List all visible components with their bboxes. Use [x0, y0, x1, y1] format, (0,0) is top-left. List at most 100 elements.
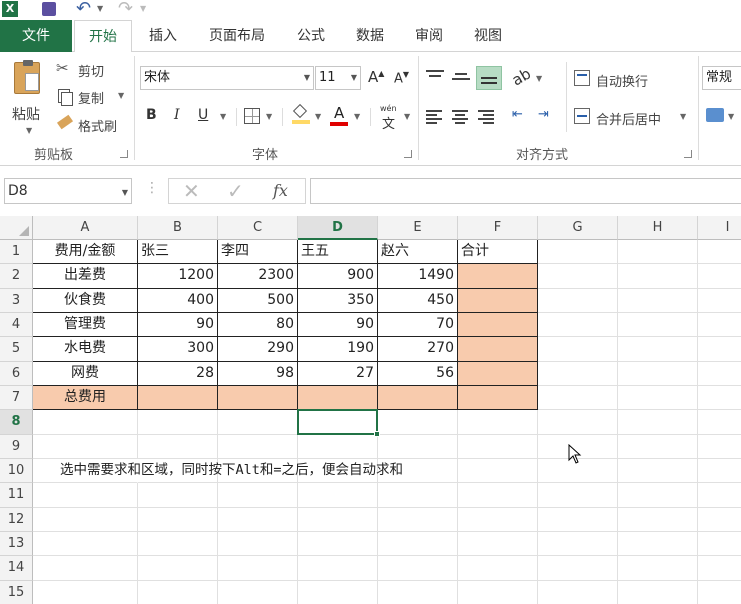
row-header-2[interactable]: 2 [0, 264, 33, 289]
copy-button[interactable]: 复制 ▼ [56, 87, 130, 107]
number-format-box[interactable]: 常规 [702, 66, 741, 90]
font-size-box[interactable]: 11 ▼ [315, 66, 361, 90]
orientation-dropdown-icon[interactable]: ▼ [536, 74, 542, 83]
cell-h15[interactable] [618, 580, 698, 604]
cell-e15[interactable] [378, 580, 458, 604]
cell-g14[interactable] [538, 556, 618, 581]
merge-center-button[interactable]: 合并后居中 ▼ [574, 106, 690, 128]
cell-b8[interactable] [138, 410, 218, 435]
cell-g15[interactable] [538, 580, 618, 604]
cell-i2[interactable] [698, 264, 741, 289]
cell-f11[interactable] [458, 483, 538, 508]
cell-i5[interactable] [698, 337, 741, 362]
decrease-font-size-icon[interactable]: A▼ [394, 70, 409, 86]
row-header-5[interactable]: 5 [0, 337, 33, 362]
row-header-3[interactable]: 3 [0, 288, 33, 313]
wrap-text-button[interactable]: 自动换行 [574, 68, 664, 90]
row-header-12[interactable]: 12 [0, 507, 33, 532]
cell-f9[interactable] [458, 434, 538, 459]
decrease-indent-icon[interactable]: ⇤ [512, 107, 523, 122]
row-header-15[interactable]: 15 [0, 580, 33, 604]
cell-a13[interactable] [33, 531, 138, 557]
tab-file[interactable]: 文件 [0, 20, 72, 52]
enter-icon[interactable]: ✓ [227, 179, 244, 203]
cell-d2[interactable]: 900 [298, 264, 378, 289]
cell-d15[interactable] [298, 580, 378, 604]
cell-i6[interactable] [698, 362, 741, 386]
cell-d13[interactable] [298, 531, 378, 557]
cell-c6[interactable]: 98 [218, 361, 298, 386]
cell-c8[interactable] [218, 410, 298, 435]
middle-align-icon[interactable] [452, 70, 470, 86]
cell-e1[interactable]: 赵六 [378, 240, 458, 265]
copy-dropdown-icon[interactable]: ▼ [118, 91, 124, 100]
cell-i10[interactable] [698, 459, 741, 484]
cell-c7[interactable] [218, 385, 298, 411]
cell-b7[interactable] [138, 385, 218, 411]
font-launcher-icon[interactable] [404, 150, 412, 158]
cell-e2[interactable]: 1490 [378, 264, 458, 289]
alignment-launcher-icon[interactable] [684, 150, 692, 158]
cell-e12[interactable] [378, 507, 458, 532]
cell-d14[interactable] [298, 556, 378, 581]
cell-h9[interactable] [618, 434, 698, 459]
cell-b13[interactable] [138, 531, 218, 557]
row-header-13[interactable]: 13 [0, 531, 33, 557]
cell-a1[interactable]: 费用/金额 [33, 240, 138, 265]
accounting-format-icon[interactable] [706, 108, 724, 122]
merge-dropdown-icon[interactable]: ▼ [680, 112, 686, 121]
cell-f4[interactable] [458, 312, 538, 338]
row-header-9[interactable]: 9 [0, 434, 33, 459]
italic-button[interactable]: I [174, 107, 180, 123]
cancel-icon[interactable]: ✕ [183, 179, 200, 203]
font-color-icon[interactable]: A [330, 104, 348, 126]
cell-i8[interactable] [698, 410, 741, 435]
cell-b5[interactable]: 300 [138, 337, 218, 362]
cell-c15[interactable] [218, 580, 298, 604]
cell-h1[interactable] [618, 240, 698, 265]
underline-button[interactable]: U [198, 107, 208, 123]
cell-e13[interactable] [378, 531, 458, 557]
tab-review[interactable]: 审阅 [406, 20, 452, 52]
tab-data[interactable]: 数据 [347, 20, 393, 52]
column-header-f[interactable]: F [458, 216, 538, 240]
cell-g1[interactable] [538, 240, 618, 265]
cell-f3[interactable] [458, 288, 538, 313]
cell-h7[interactable] [618, 385, 698, 411]
tab-insert[interactable]: 插入 [140, 20, 186, 52]
accounting-dropdown-icon[interactable]: ▼ [728, 112, 734, 121]
cell-c13[interactable] [218, 531, 298, 557]
tab-page-layout[interactable]: 页面布局 [200, 20, 274, 52]
cell-d3[interactable]: 350 [298, 288, 378, 313]
name-box[interactable]: D8 ▼ [4, 178, 132, 204]
cell-d4[interactable]: 90 [298, 312, 378, 338]
insert-function-button[interactable]: fx [273, 181, 288, 200]
font-name-box[interactable]: 宋体 ▼ [140, 66, 314, 90]
cell-d9[interactable] [298, 434, 378, 459]
cell-i1[interactable] [698, 240, 741, 265]
cell-b14[interactable] [138, 556, 218, 581]
column-header-b[interactable]: B [138, 216, 218, 240]
row-header-6[interactable]: 6 [0, 361, 33, 386]
cell-f2[interactable] [458, 264, 538, 289]
column-header-e[interactable]: E [378, 216, 458, 240]
redo-icon[interactable]: ↷ [118, 0, 133, 19]
cell-f10[interactable] [458, 458, 538, 484]
undo-dropdown-icon[interactable]: ▼ [97, 4, 103, 13]
column-header-a[interactable]: A [33, 216, 138, 240]
underline-dropdown-icon[interactable]: ▼ [220, 112, 226, 121]
cut-button[interactable]: ✂ 剪切 [56, 59, 116, 80]
align-left-icon[interactable] [426, 110, 442, 124]
cell-a2[interactable]: 出差费 [33, 264, 138, 289]
row-header-8[interactable]: 8 [0, 410, 33, 435]
cell-i4[interactable] [698, 313, 741, 338]
select-all-corner[interactable] [0, 216, 33, 240]
cell-d12[interactable] [298, 507, 378, 532]
cell-b12[interactable] [138, 507, 218, 532]
cell-d6[interactable]: 27 [298, 361, 378, 386]
cell-a15[interactable] [33, 580, 138, 604]
cell-b11[interactable] [138, 483, 218, 508]
cell-g2[interactable] [538, 264, 618, 289]
cell-c2[interactable]: 2300 [218, 264, 298, 289]
cell-c5[interactable]: 290 [218, 337, 298, 362]
